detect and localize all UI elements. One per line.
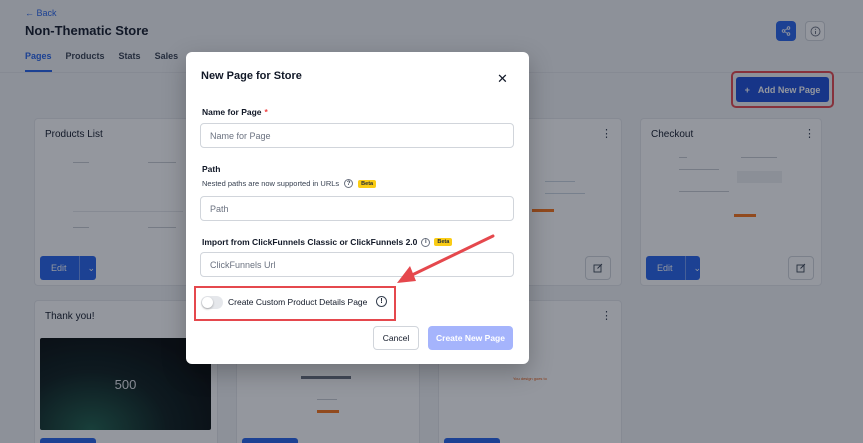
info-icon[interactable]: i <box>421 237 431 247</box>
name-input[interactable] <box>200 123 514 148</box>
import-label: Import from ClickFunnels Classic or Clic… <box>202 237 453 247</box>
required-marker: * <box>264 107 268 117</box>
path-hint: Nested paths are now supported in URLs ?… <box>202 179 377 188</box>
question-icon[interactable]: ? <box>344 179 354 188</box>
clickfunnels-url-input[interactable] <box>200 252 514 277</box>
cancel-button[interactable]: Cancel <box>373 326 419 350</box>
custom-product-page-highlight: Create Custom Product Details Page ! <box>194 286 396 321</box>
modal-title: New Page for Store <box>201 70 302 82</box>
path-input[interactable] <box>200 196 514 221</box>
path-hint-text: Nested paths are now supported in URLs <box>202 179 340 188</box>
name-label: Name for Page * <box>202 107 268 117</box>
import-label-text: Import from ClickFunnels Classic or Clic… <box>202 237 418 247</box>
beta-badge: Beta <box>358 179 377 188</box>
close-icon[interactable]: ✕ <box>497 71 508 87</box>
toggle-label: Create Custom Product Details Page <box>228 297 368 307</box>
new-page-modal: New Page for Store ✕ Name for Page* Path… <box>186 52 529 364</box>
custom-product-page-toggle[interactable] <box>201 296 223 309</box>
info-icon[interactable]: ! <box>376 296 387 307</box>
name-label-text: Name for Page <box>202 107 262 117</box>
create-new-page-button[interactable]: Create New Page <box>428 326 513 350</box>
path-label: Path <box>202 164 221 174</box>
beta-badge: Beta <box>434 238 453 246</box>
